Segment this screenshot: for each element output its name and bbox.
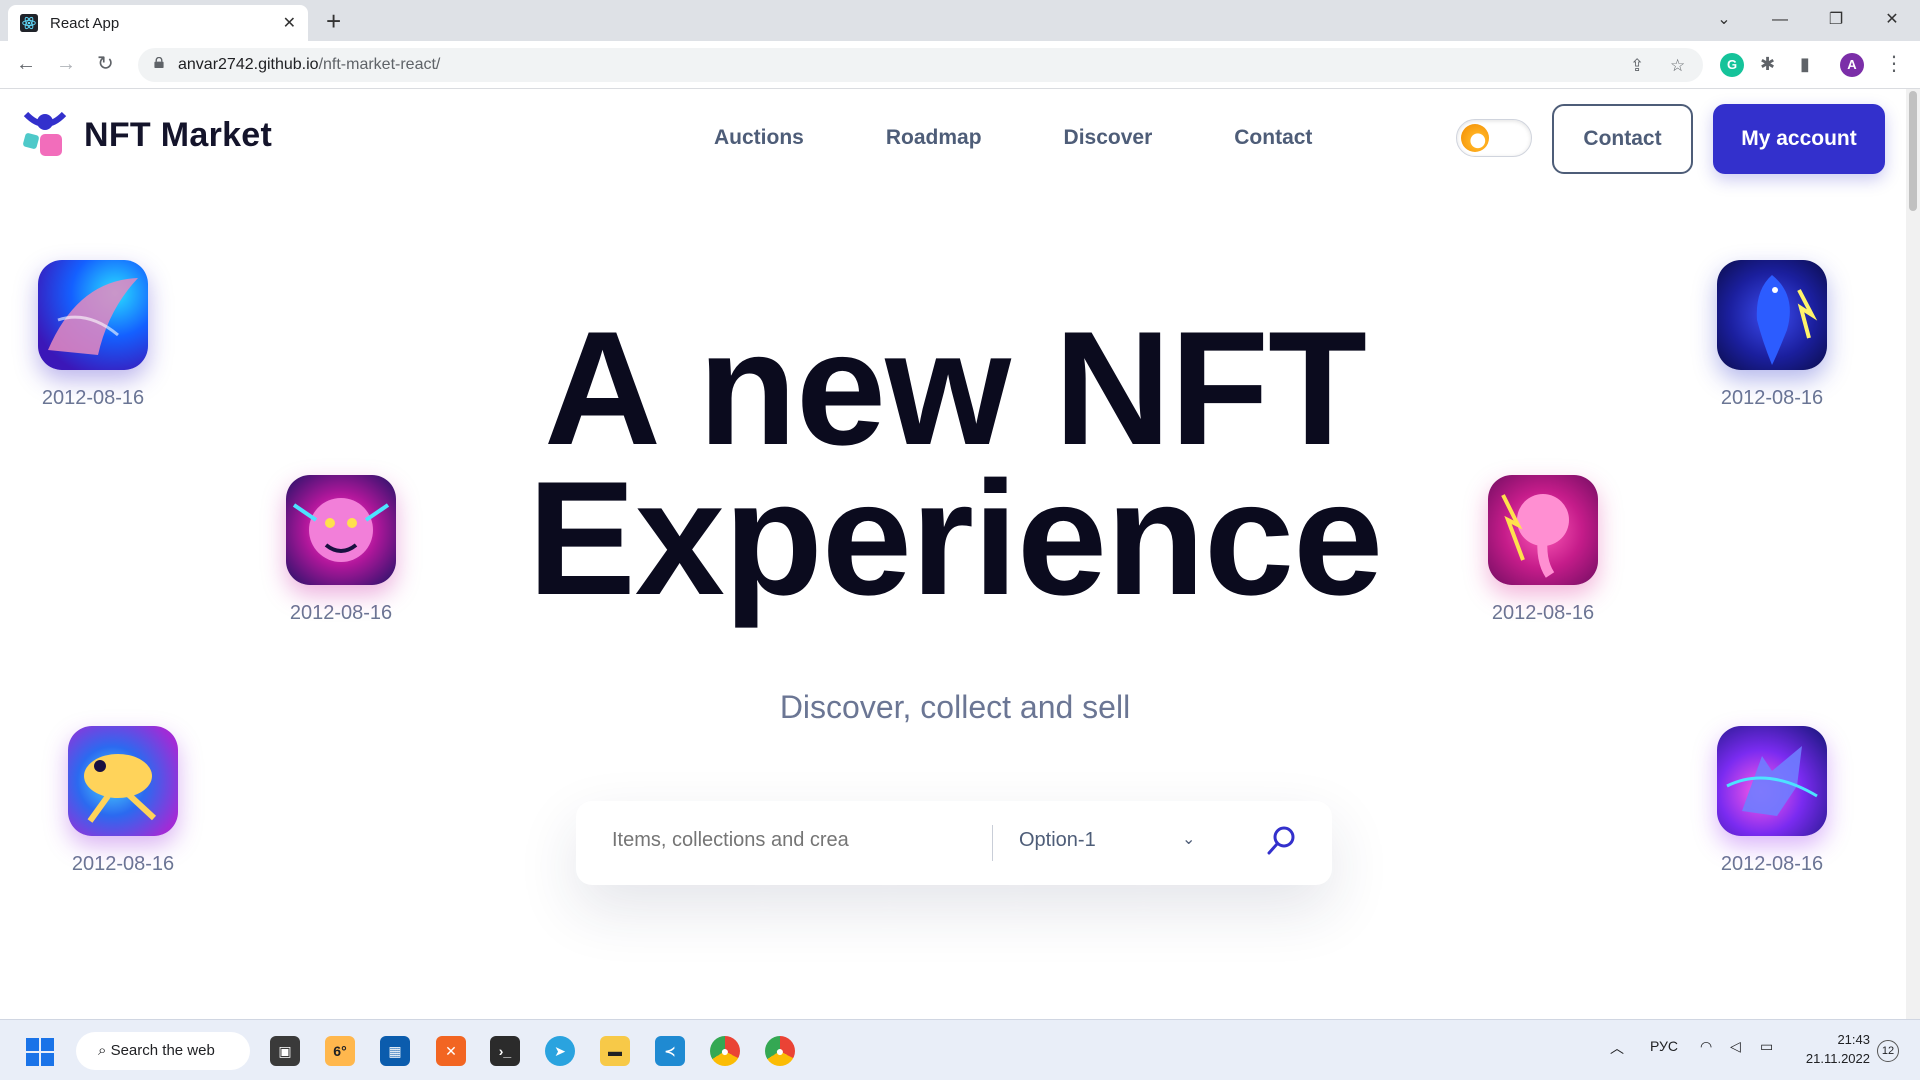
nft-date: 2012-08-16	[1720, 387, 1824, 409]
logo-mark-icon	[23, 112, 67, 156]
side-panel-icon[interactable]: ▮	[1800, 53, 1810, 75]
grammarly-icon[interactable]: G	[1720, 53, 1744, 77]
nft-card-wolf[interactable]: 2012-08-16	[1717, 726, 1827, 876]
close-window-button[interactable]: ✕	[1864, 0, 1920, 41]
battery-icon[interactable]: ▭	[1760, 1038, 1773, 1055]
nft-card-parrot[interactable]: 2012-08-16	[1717, 260, 1827, 410]
tab-title: React App	[50, 14, 120, 32]
minimize-button[interactable]: —	[1752, 0, 1808, 41]
chevron-down-icon[interactable]: ⌄	[1182, 829, 1195, 849]
chrome-profile-icon[interactable]: ●	[765, 1036, 795, 1066]
clock-time: 21:43	[1837, 1032, 1870, 1047]
new-tab-button[interactable]: +	[326, 7, 341, 35]
contact-button[interactable]: Contact	[1552, 104, 1693, 174]
taskbar-search[interactable]: ⌕ Search the web	[76, 1032, 250, 1070]
nft-image-wolf	[1717, 726, 1827, 836]
share-icon[interactable]: ⇪	[1630, 56, 1644, 76]
bookmark-star-icon[interactable]: ☆	[1670, 56, 1685, 76]
browser-tab[interactable]: React App ✕	[8, 5, 308, 41]
taskbar: ⌕ Search the web ▣ 6° ▦ ✕ ›_ ➤ ▬ ≺ ● ● ︿…	[0, 1019, 1920, 1080]
task-view-icon[interactable]: ▣	[270, 1036, 300, 1066]
theme-toggle[interactable]	[1456, 119, 1532, 157]
search-icon: ⌕	[98, 1042, 111, 1059]
search-icon[interactable]	[1263, 823, 1299, 859]
close-tab-icon[interactable]: ✕	[283, 13, 296, 33]
language-indicator[interactable]: РУС	[1650, 1038, 1678, 1054]
address-bar: ← → ↻ anvar2742.github.io/nft-market-rea…	[0, 41, 1920, 89]
chrome-icon[interactable]: ●	[710, 1036, 740, 1066]
nft-date: 2012-08-16	[289, 602, 393, 624]
window-controls: ⌄ — ❐ ✕	[1696, 0, 1920, 41]
notification-badge[interactable]: 12	[1877, 1040, 1899, 1062]
url-host: anvar2742.github.io	[178, 56, 319, 73]
forward-icon[interactable]: →	[56, 53, 76, 75]
sun-icon	[1461, 124, 1489, 152]
nft-card-tiger[interactable]: 2012-08-16	[286, 475, 396, 625]
store-icon[interactable]: ▦	[380, 1036, 410, 1066]
nav-auctions[interactable]: Auctions	[714, 126, 804, 150]
volume-icon[interactable]: ◁	[1730, 1038, 1741, 1055]
taskbar-search-label: Search the web	[110, 1042, 215, 1059]
scrollbar-thumb[interactable]	[1909, 91, 1917, 211]
nft-card-frog[interactable]: 2012-08-16	[68, 726, 178, 876]
search-input[interactable]	[612, 829, 972, 852]
menu-icon[interactable]: ⋮	[1884, 53, 1904, 75]
category-select[interactable]: Option-1	[1019, 829, 1096, 852]
nft-date: 2012-08-16	[71, 853, 175, 875]
main-nav: Auctions Roadmap Discover Contact	[714, 126, 1394, 150]
search-bar: Option-1 ⌄	[576, 801, 1332, 885]
nft-card-whale[interactable]: 2012-08-16	[38, 260, 148, 410]
clock[interactable]: 21:43 21.11.2022	[1800, 1030, 1870, 1068]
file-explorer-icon[interactable]: ▬	[600, 1036, 630, 1066]
hero-subtitle: Discover, collect and sell	[779, 689, 1131, 725]
nav-contact[interactable]: Contact	[1234, 126, 1312, 150]
reload-icon[interactable]: ↻	[97, 53, 114, 75]
weather-icon[interactable]: 6°	[325, 1036, 355, 1066]
nft-date: 2012-08-16	[41, 387, 145, 409]
clock-date: 21.11.2022	[1805, 1051, 1870, 1066]
lock-icon	[154, 57, 164, 68]
telegram-icon[interactable]: ➤	[545, 1036, 575, 1066]
profile-avatar[interactable]: A	[1840, 53, 1864, 77]
wifi-icon[interactable]: ◠	[1700, 1038, 1712, 1055]
weather-temp: 6°	[333, 1043, 347, 1059]
windows-start-icon[interactable]	[26, 1038, 54, 1066]
hero-title-line2: Experience	[527, 448, 1384, 629]
nft-date: 2012-08-16	[1720, 853, 1824, 875]
url-text: anvar2742.github.io/nft-market-react/	[178, 56, 440, 74]
web-page: NFT Market Auctions Roadmap Discover Con…	[0, 89, 1906, 1019]
vscode-icon[interactable]: ≺	[655, 1036, 685, 1066]
nft-image-parrot	[1717, 260, 1827, 370]
react-icon	[20, 14, 38, 32]
nft-image-whale	[38, 260, 148, 370]
nft-image-tiger	[286, 475, 396, 585]
logo[interactable]: NFT Market	[22, 112, 272, 158]
restore-button[interactable]: ❐	[1808, 0, 1864, 41]
nft-image-frog	[68, 726, 178, 836]
extensions-icon[interactable]: ✱	[1760, 53, 1775, 75]
logo-text: NFT Market	[84, 115, 273, 154]
hero-title: A new NFT Experience	[400, 308, 1510, 620]
browser-tab-bar: React App ✕ + ⌄ — ❐ ✕	[0, 0, 1920, 41]
terminal-icon[interactable]: ›_	[490, 1036, 520, 1066]
my-account-button[interactable]: My account	[1713, 104, 1885, 174]
tray-chevron-icon[interactable]: ︿	[1610, 1038, 1624, 1058]
tab-search-icon[interactable]: ⌄	[1696, 0, 1752, 41]
nav-roadmap[interactable]: Roadmap	[886, 126, 982, 150]
page-scrollbar[interactable]	[1906, 89, 1920, 1019]
xampp-icon[interactable]: ✕	[436, 1036, 466, 1066]
search-divider	[992, 825, 993, 861]
url-field[interactable]: anvar2742.github.io/nft-market-react/ ⇪ …	[138, 48, 1703, 82]
url-path: /nft-market-react/	[318, 56, 441, 73]
back-icon[interactable]: ←	[16, 53, 36, 75]
nav-discover[interactable]: Discover	[1064, 126, 1153, 150]
